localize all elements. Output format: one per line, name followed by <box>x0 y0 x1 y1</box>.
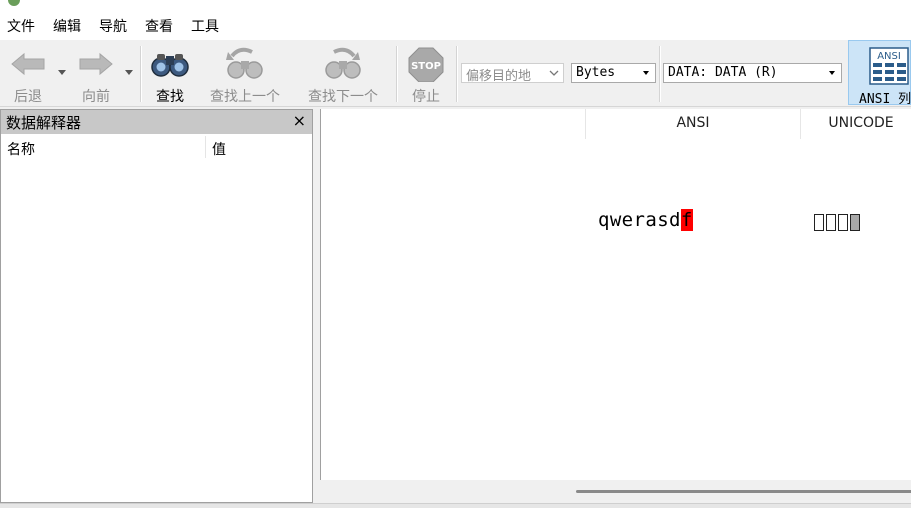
ansi-column-header: ANSI <box>585 109 801 139</box>
back-dropdown-icon[interactable] <box>56 66 68 78</box>
toolbar-separator <box>396 46 398 102</box>
app-icon <box>8 0 20 6</box>
column-value-header[interactable]: 值 <box>212 139 226 159</box>
toolbar-separator <box>456 46 458 102</box>
menu-view[interactable]: 查看 <box>145 16 173 36</box>
data-interpreter-title: 数据解释器 <box>6 114 82 132</box>
status-bar <box>0 503 911 508</box>
toolbar-separator <box>140 46 142 102</box>
offset-destination-value: 偏移目的地 <box>466 69 532 84</box>
unknown-glyph-box <box>826 214 836 231</box>
data-stream-value: DATA: DATA (R) <box>668 65 778 80</box>
data-stream-select[interactable]: DATA: DATA (R) <box>663 63 842 83</box>
binoculars-icon <box>151 54 189 77</box>
horizontal-scrollbar[interactable] <box>320 480 911 503</box>
offset-destination-select[interactable]: 偏移目的地 <box>461 63 564 84</box>
arrow-left-icon <box>11 52 45 76</box>
unicode-column-title: UNICODE <box>828 115 894 131</box>
svg-text:ANSI: ANSI <box>877 51 901 62</box>
hex-view[interactable]: ANSI UNICODE qwerasdf <box>320 109 911 503</box>
menu-tools[interactable]: 工具 <box>191 16 219 36</box>
find-previous-label: 查找上一个 <box>210 89 280 105</box>
dropdown-arrow-icon <box>829 71 835 75</box>
find-next-icon <box>325 47 361 79</box>
find-previous-icon <box>226 47 263 79</box>
back-button[interactable]: 后退 <box>6 44 50 105</box>
find-previous-button[interactable]: 查找上一个 <box>206 44 284 105</box>
unknown-glyph-box <box>838 214 848 231</box>
unicode-data[interactable] <box>814 212 862 234</box>
find-next-button[interactable]: 查找下一个 <box>304 44 382 105</box>
unknown-glyph-box <box>814 214 824 231</box>
ansi-data[interactable]: qwerasdf <box>598 209 693 231</box>
data-interpreter-header: 数据解释器 × <box>1 110 312 134</box>
ansi-selected-char: f <box>680 209 693 231</box>
title-bar <box>0 0 911 8</box>
svg-text:STOP: STOP <box>411 61 441 72</box>
find-next-label: 查找下一个 <box>308 89 378 105</box>
unicode-selected-glyph <box>850 214 860 231</box>
toolbar: 后退 向前 查找 查找上一个 查找下一个 STOP 停止 偏移目的地 Bytes… <box>0 40 911 107</box>
unit-select[interactable]: Bytes <box>571 63 656 83</box>
find-label: 查找 <box>156 89 184 105</box>
column-divider[interactable] <box>205 136 206 158</box>
forward-label: 向前 <box>82 89 110 105</box>
menu-navigate[interactable]: 导航 <box>99 16 127 36</box>
forward-button[interactable]: 向前 <box>74 44 118 105</box>
back-label: 后退 <box>14 89 42 105</box>
menu-edit[interactable]: 编辑 <box>53 16 81 36</box>
menu-file[interactable]: 文件 <box>7 16 35 36</box>
dropdown-arrow-icon <box>643 71 649 75</box>
stop-icon: STOP <box>408 47 444 82</box>
arrow-right-icon <box>79 52 113 76</box>
interpreter-column-header: 名称 值 <box>1 134 312 160</box>
column-name-header[interactable]: 名称 <box>7 139 35 159</box>
unit-select-value: Bytes <box>576 65 616 80</box>
ansi-text: qwerasd <box>598 209 681 231</box>
forward-dropdown-icon[interactable] <box>123 66 135 78</box>
scrollbar-thumb[interactable] <box>576 490 911 493</box>
stop-button[interactable]: STOP 停止 <box>404 44 448 105</box>
stop-label: 停止 <box>412 89 440 105</box>
ansi-column-button[interactable]: ANSI ANSI 列 <box>848 40 911 107</box>
toolbar-separator <box>659 46 661 102</box>
data-interpreter-panel: 数据解释器 × 名称 值 <box>0 109 313 503</box>
ansi-table-icon: ANSI <box>869 47 909 85</box>
menu-bar: 文件 编辑 导航 查看 工具 <box>0 8 911 40</box>
unicode-column-header: UNICODE <box>801 109 911 139</box>
ansi-column-label: ANSI 列 <box>859 92 911 107</box>
close-icon[interactable]: × <box>293 111 306 130</box>
panel-splitter[interactable] <box>313 109 320 507</box>
ansi-column-title: ANSI <box>676 115 710 131</box>
find-button[interactable]: 查找 <box>148 44 192 105</box>
chevron-down-icon <box>549 70 559 76</box>
